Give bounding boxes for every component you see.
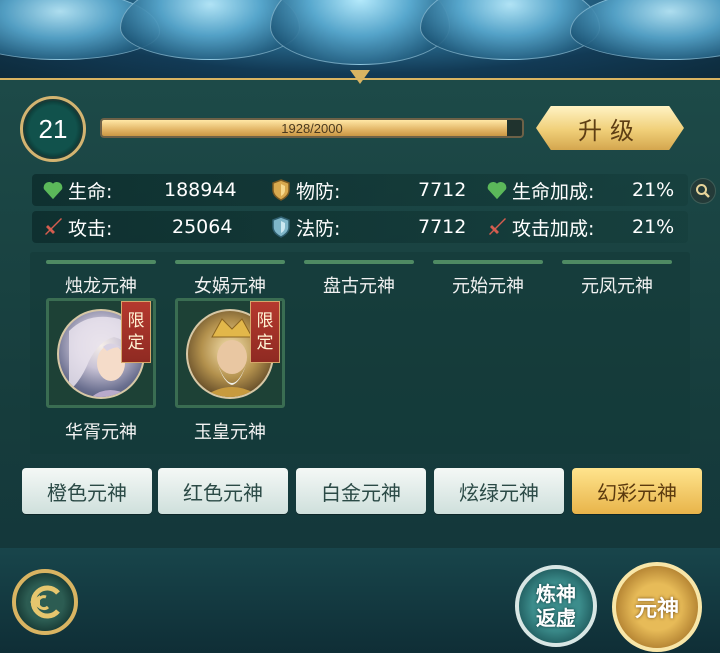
soul-card-name: 华胥元神: [65, 422, 137, 443]
stat-atk-bonus: 攻击加成:: [486, 211, 594, 243]
stat-row-1: 生命: 188944 物防: 7712 生命加成: 21%: [32, 174, 688, 206]
back-swirl-icon: [30, 585, 60, 619]
stat-label: 生命加成:: [512, 180, 595, 203]
tab-orange[interactable]: 橙色元神: [22, 468, 152, 514]
shield-icon: [270, 179, 292, 201]
stat-atk: 攻击:: [42, 211, 112, 243]
tab-platinum[interactable]: 白金元神: [296, 468, 426, 514]
level-badge: 21: [20, 96, 86, 162]
tab-green[interactable]: 炫绿元神: [434, 468, 564, 514]
soul-slot-yuanfeng[interactable]: 元凤元神: [562, 272, 672, 298]
upgrade-button[interactable]: 升级: [536, 106, 684, 150]
stat-mdef: 法防:: [270, 211, 340, 243]
exp-bar: 1928/2000: [100, 118, 524, 138]
exp-text: 1928/2000: [281, 120, 343, 136]
soul-card-name: 玉皇元神: [194, 422, 266, 443]
soul-button[interactable]: 元神: [612, 562, 702, 652]
limited-tag-char: 定: [256, 333, 274, 353]
soul-card-yuhuang[interactable]: 限 定: [175, 298, 285, 408]
stat-label: 物防:: [296, 180, 341, 203]
lotus-artwork: [0, 0, 720, 80]
stat-value: 21%: [632, 216, 675, 238]
magic-shield-icon: [270, 216, 292, 238]
refine-label: 返虚: [536, 606, 576, 630]
slot-edge: [562, 260, 672, 264]
limited-tag-char: 限: [256, 311, 274, 331]
soul-slot-nuwa[interactable]: 女娲元神: [175, 272, 285, 298]
slot-edge: [175, 260, 285, 264]
stat-value: 21%: [632, 179, 675, 201]
stat-value: 7712: [418, 179, 467, 201]
tab-rainbow[interactable]: 幻彩元神: [572, 468, 702, 514]
stat-hp: 生命:: [42, 174, 112, 206]
soul-slot-zhulong[interactable]: 烛龙元神: [46, 272, 156, 298]
stat-label: 法防:: [296, 217, 341, 240]
limited-tag-char: 限: [127, 311, 145, 331]
stat-hp-bonus: 生命加成:: [486, 174, 594, 206]
tab-red[interactable]: 红色元神: [158, 468, 288, 514]
refine-label: 炼神: [536, 582, 576, 606]
stat-label: 生命:: [68, 180, 113, 203]
soul-slot-yuanshi[interactable]: 元始元神: [433, 272, 543, 298]
search-icon[interactable]: [690, 178, 716, 204]
heart-icon: [486, 179, 508, 201]
stat-value: 188944: [164, 179, 237, 201]
sword-icon: [42, 216, 64, 238]
stat-label: 攻击:: [68, 217, 113, 240]
slot-edge: [304, 260, 414, 264]
slot-edge: [433, 260, 543, 264]
stat-value: 7712: [418, 216, 467, 238]
heart-icon: [42, 179, 64, 201]
limited-tag: 限 定: [121, 301, 151, 363]
stat-value: 25064: [172, 216, 233, 238]
soul-card-huaxu[interactable]: 限 定: [46, 298, 156, 408]
stat-pdef: 物防:: [270, 174, 340, 206]
refine-button[interactable]: 炼神 返虚: [515, 565, 597, 647]
soul-slot-pangu[interactable]: 盘古元神: [304, 272, 414, 298]
level-value: 21: [38, 113, 68, 144]
back-button[interactable]: [12, 569, 78, 635]
limited-tag: 限 定: [250, 301, 280, 363]
limited-tag-char: 定: [127, 333, 145, 353]
sword-icon: [486, 216, 508, 238]
stat-row-2: 攻击: 25064 法防: 7712 攻击加成: 21%: [32, 211, 688, 243]
stat-label: 攻击加成:: [512, 217, 595, 240]
stats-panel: 生命: 188944 物防: 7712 生命加成: 21% 攻击: 25064: [32, 174, 688, 244]
slot-edge: [46, 260, 156, 264]
